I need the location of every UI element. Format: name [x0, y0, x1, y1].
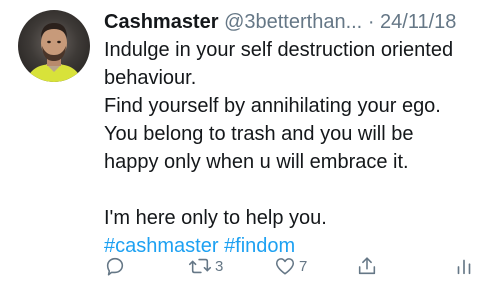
- tweet-date[interactable]: 24/11/18: [380, 11, 456, 33]
- heart-icon: [275, 258, 295, 275]
- tweet-text-line: I'm here only to help you.: [104, 207, 327, 229]
- retweet-count: 3: [215, 257, 224, 275]
- author-display-name[interactable]: Cashmaster: [104, 11, 219, 33]
- tweet-text-line: You belong to trash and you will be: [104, 123, 414, 145]
- profile-photo-avatar-icon: [26, 23, 82, 82]
- tweet-header: Cashmaster @3betterthan... · 24/11/18: [104, 10, 456, 34]
- tweet[interactable]: Cashmaster @3betterthan... · 24/11/18 In…: [0, 0, 500, 290]
- tweet-text-line: behaviour.: [104, 67, 197, 89]
- tweet-text-line: Find yourself by annihilating your ego.: [104, 95, 441, 117]
- tweet-text-line: happy only when u will embrace it.: [104, 151, 409, 173]
- tweet-text: Indulge in your self destruction oriente…: [104, 36, 494, 260]
- like-button[interactable]: 7: [274, 253, 307, 279]
- reply-icon: [106, 257, 124, 276]
- reply-button[interactable]: [104, 253, 126, 279]
- avatar[interactable]: [18, 10, 90, 82]
- share-button[interactable]: [356, 253, 378, 279]
- retweet-icon: [188, 258, 212, 274]
- like-count: 7: [299, 257, 308, 275]
- tweet-text-line: Indulge in your self destruction oriente…: [104, 39, 454, 61]
- tweet-actions: 3 7: [104, 253, 494, 279]
- retweet-button[interactable]: 3: [188, 253, 223, 279]
- share-icon: [358, 257, 376, 275]
- author-handle[interactable]: @3betterthan...: [224, 11, 362, 33]
- analytics-icon: [457, 259, 471, 275]
- analytics-button[interactable]: [454, 253, 474, 279]
- header-separator: ·: [367, 11, 375, 33]
